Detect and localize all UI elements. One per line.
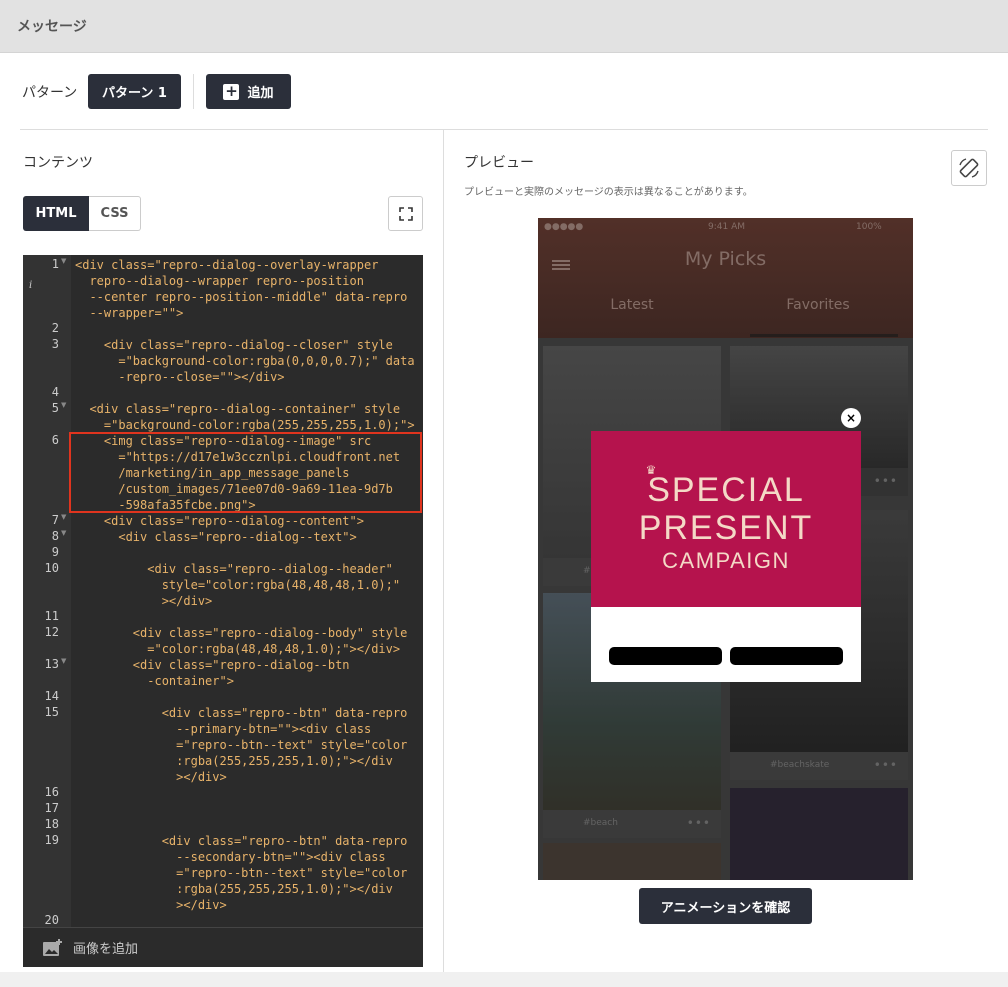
fold-icon[interactable]: ▼ [61, 257, 66, 265]
add-image-label: 画像を追加 [73, 938, 138, 957]
code-text: <div class="repro--dialog--btn -containe… [75, 657, 350, 689]
line-number: 2 [23, 321, 59, 335]
add-pattern-label: 追加 [247, 82, 273, 101]
secondary-button[interactable] [730, 647, 843, 665]
banner-line-1: SPECIAL [647, 471, 805, 509]
code-text: <div class="repro--dialog--overlay-wrapp… [75, 257, 407, 321]
line-number: 18 [23, 817, 59, 831]
code-editor[interactable]: i 1▼<div class="repro--dialog--overlay-w… [23, 255, 423, 927]
add-image-button[interactable]: 画像を追加 [23, 927, 423, 967]
preview-note: プレビューと実際のメッセージの表示は異なることがあります。 [464, 183, 753, 198]
code-text: <div class="repro--dialog--body" style =… [75, 625, 407, 657]
code-text: <div class="repro--dialog--content"> [75, 513, 364, 529]
tab-css[interactable]: CSS [89, 196, 141, 231]
fold-icon[interactable]: ▼ [61, 657, 66, 665]
divider [193, 74, 194, 109]
line-number: 11 [23, 609, 59, 623]
line-number: 13 [23, 657, 59, 671]
line-number: 1 [23, 257, 59, 271]
line-number: 9 [23, 545, 59, 559]
dialog-close-button[interactable]: × [841, 408, 861, 428]
pattern-label: パターン [22, 82, 77, 102]
contents-title: コンテンツ [23, 152, 93, 172]
line-number: 4 [23, 385, 59, 399]
plus-icon: + [223, 84, 239, 100]
line-number: 20 [23, 913, 59, 927]
code-text: <div class="repro--dialog--container" st… [75, 401, 415, 433]
campaign-banner-image: ♛ SPECIAL PRESENT CAMPAIGN [591, 431, 861, 607]
preview-title: プレビュー [464, 152, 534, 172]
tab-html[interactable]: HTML [23, 196, 89, 231]
line-number: 14 [23, 689, 59, 703]
pattern-1-button[interactable]: パターン 1 [88, 74, 181, 109]
line-number: 6 [23, 433, 59, 447]
primary-button[interactable] [609, 647, 722, 665]
fullscreen-icon [399, 207, 413, 221]
divider [20, 129, 988, 130]
editor-tabs: HTML CSS [23, 196, 141, 231]
line-number: 12 [23, 625, 59, 639]
fullscreen-button[interactable] [388, 196, 423, 231]
check-animation-button[interactable]: アニメーションを確認 [639, 888, 812, 924]
fold-icon[interactable]: ▼ [61, 513, 66, 521]
code-text: <div class="repro--btn" data-repro --sec… [75, 833, 407, 913]
line-number: 16 [23, 785, 59, 799]
column-divider [443, 130, 444, 972]
line-number: 5 [23, 401, 59, 415]
line-number: 17 [23, 801, 59, 815]
fold-icon[interactable]: ▼ [61, 401, 66, 409]
code-text: <div class="repro--dialog--text"> [75, 529, 357, 545]
line-number: 8 [23, 529, 59, 543]
code-text: <div class="repro--dialog--closer" style… [75, 337, 415, 385]
line-number: 19 [23, 833, 59, 847]
add-pattern-button[interactable]: + 追加 [206, 74, 291, 109]
footer-strip [0, 972, 1008, 987]
phone-preview: ●●●●● 9:41 AM 100% My Picks Latest Favor… [538, 218, 913, 880]
pattern-1-label: パターン 1 [102, 82, 167, 101]
message-dialog: ♛ SPECIAL PRESENT CAMPAIGN [591, 431, 861, 682]
fold-icon[interactable]: ▼ [61, 529, 66, 537]
banner-line-2: PRESENT [639, 509, 814, 547]
rotate-button[interactable] [951, 150, 987, 186]
line-number: 7 [23, 513, 59, 527]
page-header: メッセージ [0, 0, 1008, 53]
code-text: <div class="repro--dialog--header" style… [75, 561, 400, 609]
page-title: メッセージ [17, 16, 87, 36]
banner-line-3: CAMPAIGN [662, 547, 790, 575]
rotate-device-icon [957, 156, 981, 180]
code-text: <div class="repro--btn" data-repro --pri… [75, 705, 407, 785]
line-number: 10 [23, 561, 59, 575]
line-number: 15 [23, 705, 59, 719]
add-image-icon [43, 939, 63, 957]
image-tag-highlight [69, 432, 422, 513]
line-number: 3 [23, 337, 59, 351]
info-icon: i [29, 280, 32, 291]
